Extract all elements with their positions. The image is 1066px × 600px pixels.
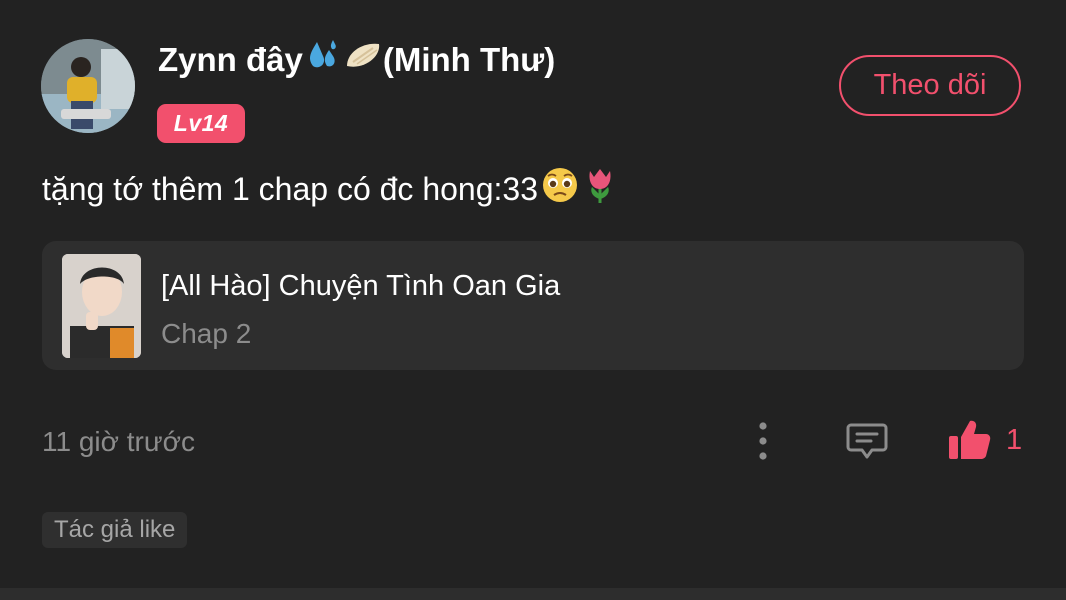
- dumpling-icon: [343, 36, 383, 84]
- like-button[interactable]: 1: [946, 416, 1022, 464]
- more-options-button[interactable]: [744, 419, 782, 463]
- more-vertical-icon: [759, 422, 767, 460]
- avatar[interactable]: [41, 39, 135, 133]
- avatar-image: [41, 39, 135, 133]
- pleading-face-icon: [540, 165, 580, 213]
- comment-body: tặng tớ thêm 1 chap có đc hong:33: [42, 165, 620, 213]
- story-title: [All Hào] Chuyện Tình Oan Gia: [161, 270, 561, 302]
- username-suffix: (Minh Thư): [382, 41, 556, 78]
- username-text: Zynn đây: [158, 41, 303, 78]
- comment-screen: Zynn đây (Minh Thư) Lv14 Theo dõi tặng t…: [0, 0, 1066, 600]
- username[interactable]: Zynn đây (Minh Thư): [158, 36, 555, 84]
- timestamp: 11 giờ trước: [42, 426, 195, 457]
- reply-button[interactable]: [845, 419, 889, 463]
- level-badge: Lv14: [157, 104, 245, 143]
- story-card[interactable]: [All Hào] Chuyện Tình Oan Gia Chap 2: [42, 241, 1024, 370]
- tulip-icon: [580, 165, 620, 213]
- comment-icon: [846, 423, 888, 459]
- sweat-droplets-icon: [303, 36, 343, 84]
- like-count: 1: [1006, 423, 1023, 456]
- follow-button[interactable]: Theo dõi: [839, 55, 1021, 116]
- author-like-tag: Tác giả like: [42, 512, 188, 548]
- story-chapter: Chap 2: [161, 318, 252, 349]
- comment-text: tặng tớ thêm 1 chap có đc hong:33: [42, 170, 538, 207]
- thumbs-up-icon: [949, 420, 991, 459]
- story-cover-image: [62, 254, 141, 358]
- divider: [0, 588, 1066, 600]
